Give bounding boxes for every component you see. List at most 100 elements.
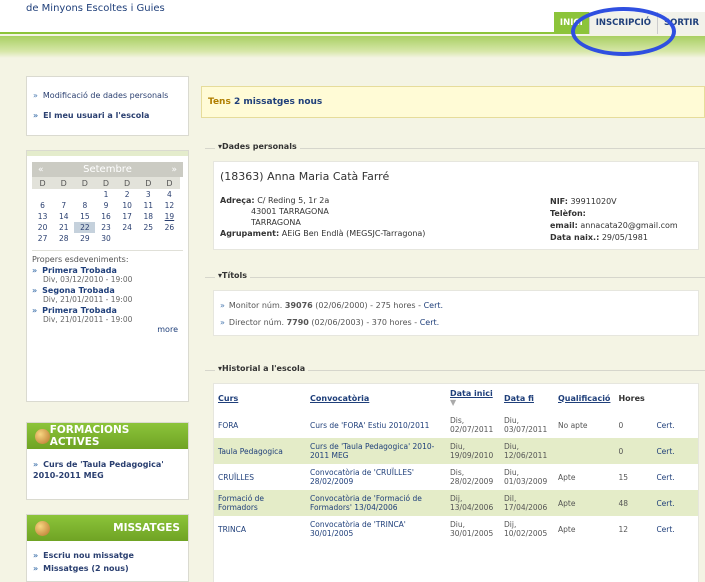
calendar-day[interactable]: 14 — [53, 211, 74, 222]
titol-item: » Monitor núm. 39076 (02/06/2000) - 275 h… — [220, 301, 444, 310]
calendar-header: « Setembre » — [32, 162, 183, 177]
titols-legend[interactable]: ▾Títols — [215, 271, 251, 280]
cell-convocatoria[interactable]: Curs de 'FORA' Estiu 2010/2011 — [306, 412, 446, 438]
cell-qualificacio: Apte — [558, 472, 576, 482]
calendar-day[interactable]: 2 — [117, 189, 138, 200]
event-item: » Segona Trobada Div, 21/01/2011 - 19:00 — [27, 285, 188, 305]
formacions-header: FORMACIONS ACTIVES — [27, 423, 188, 449]
calendar-day[interactable]: 8 — [74, 200, 95, 211]
cell-curs[interactable]: TRINCA — [214, 516, 306, 542]
calendar-day[interactable]: 20 — [32, 222, 53, 233]
historial-legend[interactable]: ▾Historial a l'escola — [215, 364, 309, 373]
cert-link[interactable]: Cert. — [424, 301, 443, 310]
col-convocatoria[interactable]: Convocatòria — [306, 384, 446, 412]
calendar-day[interactable]: 23 — [95, 222, 116, 233]
calendar-day[interactable]: 18 — [138, 211, 159, 222]
more-events-link[interactable]: more — [27, 325, 188, 336]
calendar-day[interactable]: 28 — [53, 233, 74, 244]
cell-data-fi: Dil, 17/04/2006 — [500, 490, 554, 516]
sidebar-item-my-user[interactable]: » El meu usuari a l'escola — [27, 103, 188, 123]
calendar-day[interactable]: 11 — [138, 200, 159, 211]
event-item: » Primera Trobada Div, 03/12/2010 - 19:00 — [27, 265, 188, 285]
sidebar-item-edit-profile[interactable]: » Modificació de dades personals — [27, 77, 188, 103]
person-name: (18363) Anna Maria Catà Farré — [220, 170, 390, 183]
cell-hores: 0 — [618, 420, 624, 430]
cell-convocatoria[interactable]: Convocatòria de 'CRUÏLLES' 28/02/2009 — [306, 464, 446, 490]
calendar-prev-button[interactable]: « — [38, 165, 44, 175]
cert-link[interactable]: Cert. — [652, 438, 698, 464]
cell-curs[interactable]: Formació de Formadors — [214, 490, 306, 516]
cert-link[interactable]: Cert. — [652, 412, 698, 438]
event-link[interactable]: Primera Trobada — [42, 266, 117, 275]
calendar-day[interactable]: 26 — [159, 222, 180, 233]
cert-link[interactable]: Cert. — [652, 490, 698, 516]
calendar-day[interactable]: 21 — [53, 222, 74, 233]
calendar-day[interactable]: 15 — [74, 211, 95, 222]
messages-count-link[interactable]: 2 missatges nous — [234, 97, 322, 107]
col-data-inici[interactable]: Data inici ▼ — [446, 384, 500, 412]
event-link[interactable]: Segona Trobada — [42, 286, 115, 295]
cell-qualificacio: Apte — [554, 490, 615, 516]
formacions-box: FORMACIONS ACTIVES » Curs de 'Taula Pedag… — [26, 422, 189, 500]
calendar-day[interactable]: 30 — [95, 233, 116, 244]
cell-curs[interactable]: FORA — [214, 412, 306, 438]
cert-link[interactable]: Cert. — [652, 516, 698, 542]
event-item: » Primera Trobada Div, 21/01/2011 - 19:00 — [27, 305, 188, 325]
calendar-month: Setembre — [83, 164, 132, 175]
cell-curs[interactable]: CRUÏLLES — [214, 464, 306, 490]
calendar-day[interactable]: 25 — [138, 222, 159, 233]
calendar-day[interactable]: 3 — [138, 189, 159, 200]
calendar-day[interactable]: 13 — [32, 211, 53, 222]
event-date: Div, 03/12/2010 - 19:00 — [43, 275, 133, 284]
calendar-day — [138, 233, 159, 244]
missatges-title: MISSATGES — [113, 522, 180, 534]
calendar-day[interactable]: 29 — [74, 233, 95, 244]
cell-hores: 48 — [614, 490, 653, 516]
col-curs[interactable]: Curs — [214, 384, 306, 412]
event-link[interactable]: Primera Trobada — [42, 306, 117, 315]
calendar-day[interactable]: 16 — [95, 211, 116, 222]
calendar-day — [117, 233, 138, 244]
col-data-fi[interactable]: Data fi — [500, 384, 554, 412]
personal-data-legend[interactable]: ▾Dades personals — [215, 142, 300, 151]
site-name: de Minyons Escoltes i Guies — [26, 3, 165, 14]
personal-data-section: ▾Dades personals (18363) Anna Maria Catà… — [205, 142, 705, 251]
ball-icon — [35, 520, 50, 536]
new-message-link[interactable]: » Escriu nou missatge — [27, 541, 188, 563]
calendar-day[interactable]: 27 — [32, 233, 53, 244]
cell-data-inici: Diu, 30/01/2005 — [450, 520, 494, 538]
cert-link[interactable]: Cert. — [420, 318, 439, 327]
calendar-day[interactable]: 4 — [159, 189, 180, 200]
events-title: Propers esdeveniments: — [32, 255, 129, 264]
calendar-day[interactable]: 6 — [32, 200, 53, 211]
cell-curs[interactable]: Taula Pedagogica — [214, 438, 306, 464]
event-date: Div, 21/01/2011 - 19:00 — [43, 315, 133, 324]
calendar-day-selected[interactable]: 22 — [74, 222, 96, 233]
calendar-day[interactable]: 17 — [117, 211, 138, 222]
address-block: Adreça: C/ Reding 5, 1r 2a 43001 TARRAGO… — [220, 196, 426, 238]
calendar-day[interactable]: 1 — [95, 189, 116, 200]
col-qualificacio[interactable]: Qualificació — [554, 384, 614, 412]
calendar-next-button[interactable]: » — [171, 165, 177, 175]
calendar-day[interactable]: 10 — [117, 200, 138, 211]
cert-link[interactable]: Cert. — [652, 464, 698, 490]
calendar-day — [74, 189, 95, 200]
formacio-item[interactable]: » Curs de 'Taula Pedagogica' 2010-2011 ME… — [27, 449, 188, 484]
calendar-day[interactable]: 7 — [53, 200, 74, 211]
calendar-day[interactable]: 19 — [159, 211, 180, 222]
cell-convocatoria[interactable]: Convocatòria de 'Formació de Formadors' … — [306, 490, 446, 516]
calendar-day[interactable]: 9 — [95, 200, 116, 211]
table-row: TRINCA Convocatòria de 'TRINCA' 30/01/20… — [214, 516, 698, 542]
messages-link[interactable]: » Missatges (2 nous) — [27, 563, 188, 576]
calendar-day[interactable]: 12 — [159, 200, 180, 211]
calendar-day — [32, 189, 53, 200]
formacio-label: Curs de 'Taula Pedagogica' 2010-2011 MEG — [33, 460, 164, 480]
calendar-day[interactable]: 24 — [117, 222, 138, 233]
cell-convocatoria[interactable]: Convocatòria de 'TRINCA' 30/01/2005 — [306, 516, 446, 542]
weekday-header: D — [53, 177, 75, 189]
highlight-circle-annotation — [571, 7, 676, 56]
calendar-day — [159, 233, 180, 244]
cell-convocatoria[interactable]: Curs de 'Taula Pedagogica' 2010-2011 MEG — [306, 438, 446, 464]
messages-banner: Tens 2 missatges nous — [201, 86, 705, 118]
cell-qualificacio — [554, 438, 615, 464]
